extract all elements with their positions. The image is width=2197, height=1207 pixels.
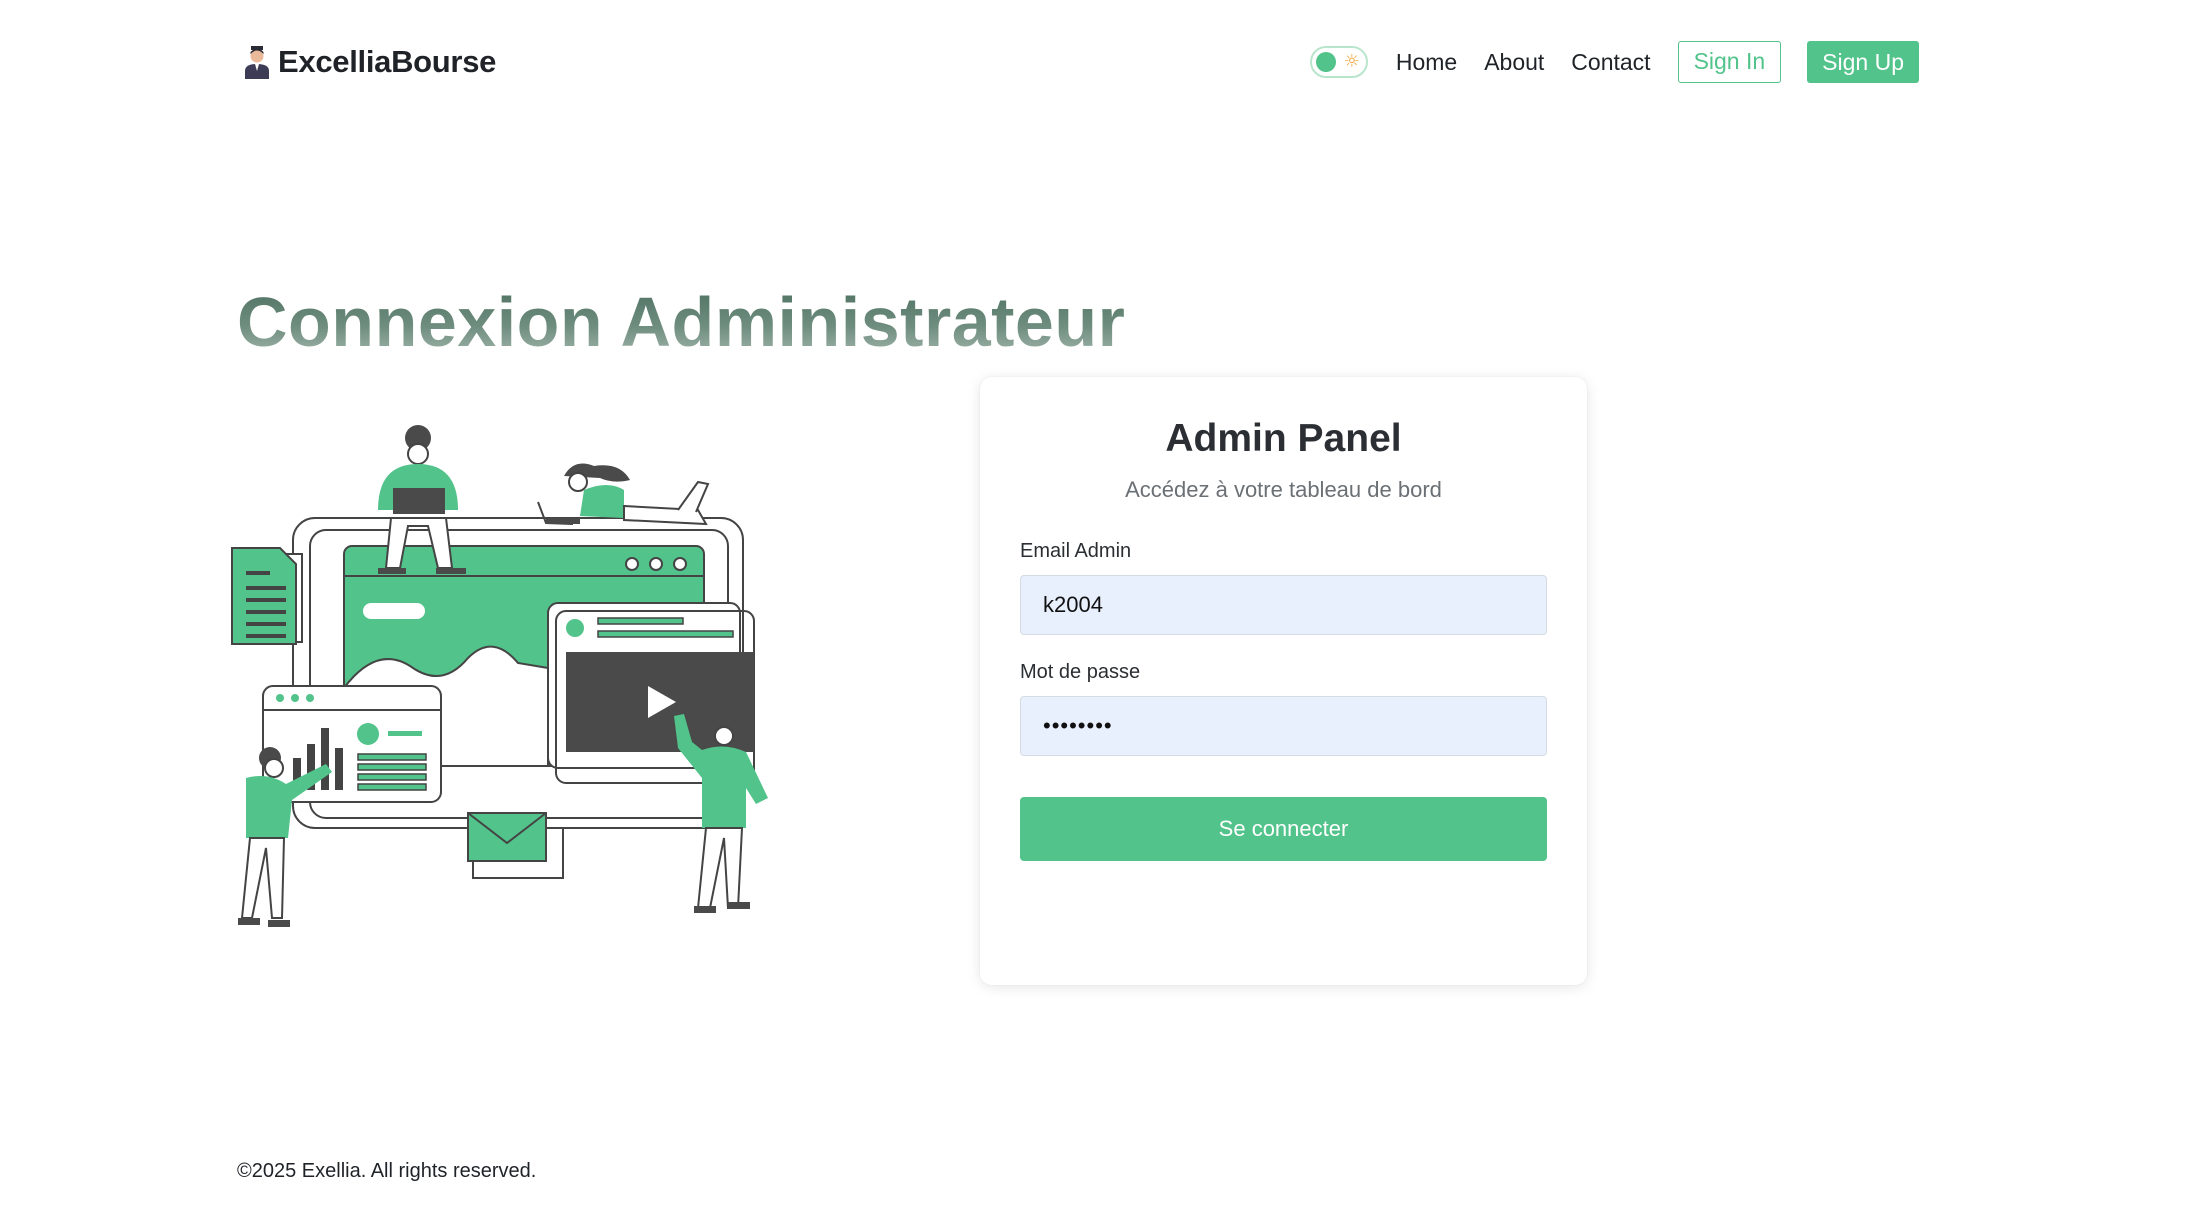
login-card: Admin Panel Accédez à votre tableau de b…: [980, 377, 1587, 985]
nav-menu: ☼ Home About Contact Sign In Sign Up: [1309, 41, 1919, 83]
footer-copyright: ©2025 Exellia. All rights reserved.: [237, 1160, 537, 1182]
login-submit-button[interactable]: Se connecter: [1020, 797, 1547, 861]
card-subtitle: Accédez à votre tableau de bord: [1125, 477, 1442, 502]
password-label: Mot de passe: [1020, 661, 1141, 683]
sign-up-button[interactable]: Sign Up: [1807, 41, 1919, 83]
sun-icon: ☼: [1343, 51, 1360, 72]
sign-in-button[interactable]: Sign In: [1677, 41, 1782, 83]
card-title: Admin Panel: [1165, 417, 1402, 460]
brand-logo[interactable]: ExcelliaBourse: [244, 44, 496, 80]
nav-contact-link[interactable]: Contact: [1571, 49, 1650, 76]
dashboard-team-illustration: [231, 425, 768, 927]
theme-toggle[interactable]: ☼: [1309, 46, 1368, 78]
page-title: Connexion Administrateur: [237, 283, 1126, 361]
toggle-knob: [1315, 52, 1336, 72]
admin-avatar-icon: [245, 46, 269, 79]
nav-about-link[interactable]: About: [1484, 49, 1544, 76]
nav-home-link[interactable]: Home: [1396, 49, 1457, 76]
top-navbar: ExcelliaBourse ☼ Home About Contact Sign…: [0, 0, 2197, 126]
brand-name: ExcelliaBourse: [278, 44, 497, 79]
password-input[interactable]: ••••••••: [1020, 696, 1547, 756]
email-label: Email Admin: [1020, 540, 1132, 562]
email-input[interactable]: k2004: [1020, 575, 1547, 635]
